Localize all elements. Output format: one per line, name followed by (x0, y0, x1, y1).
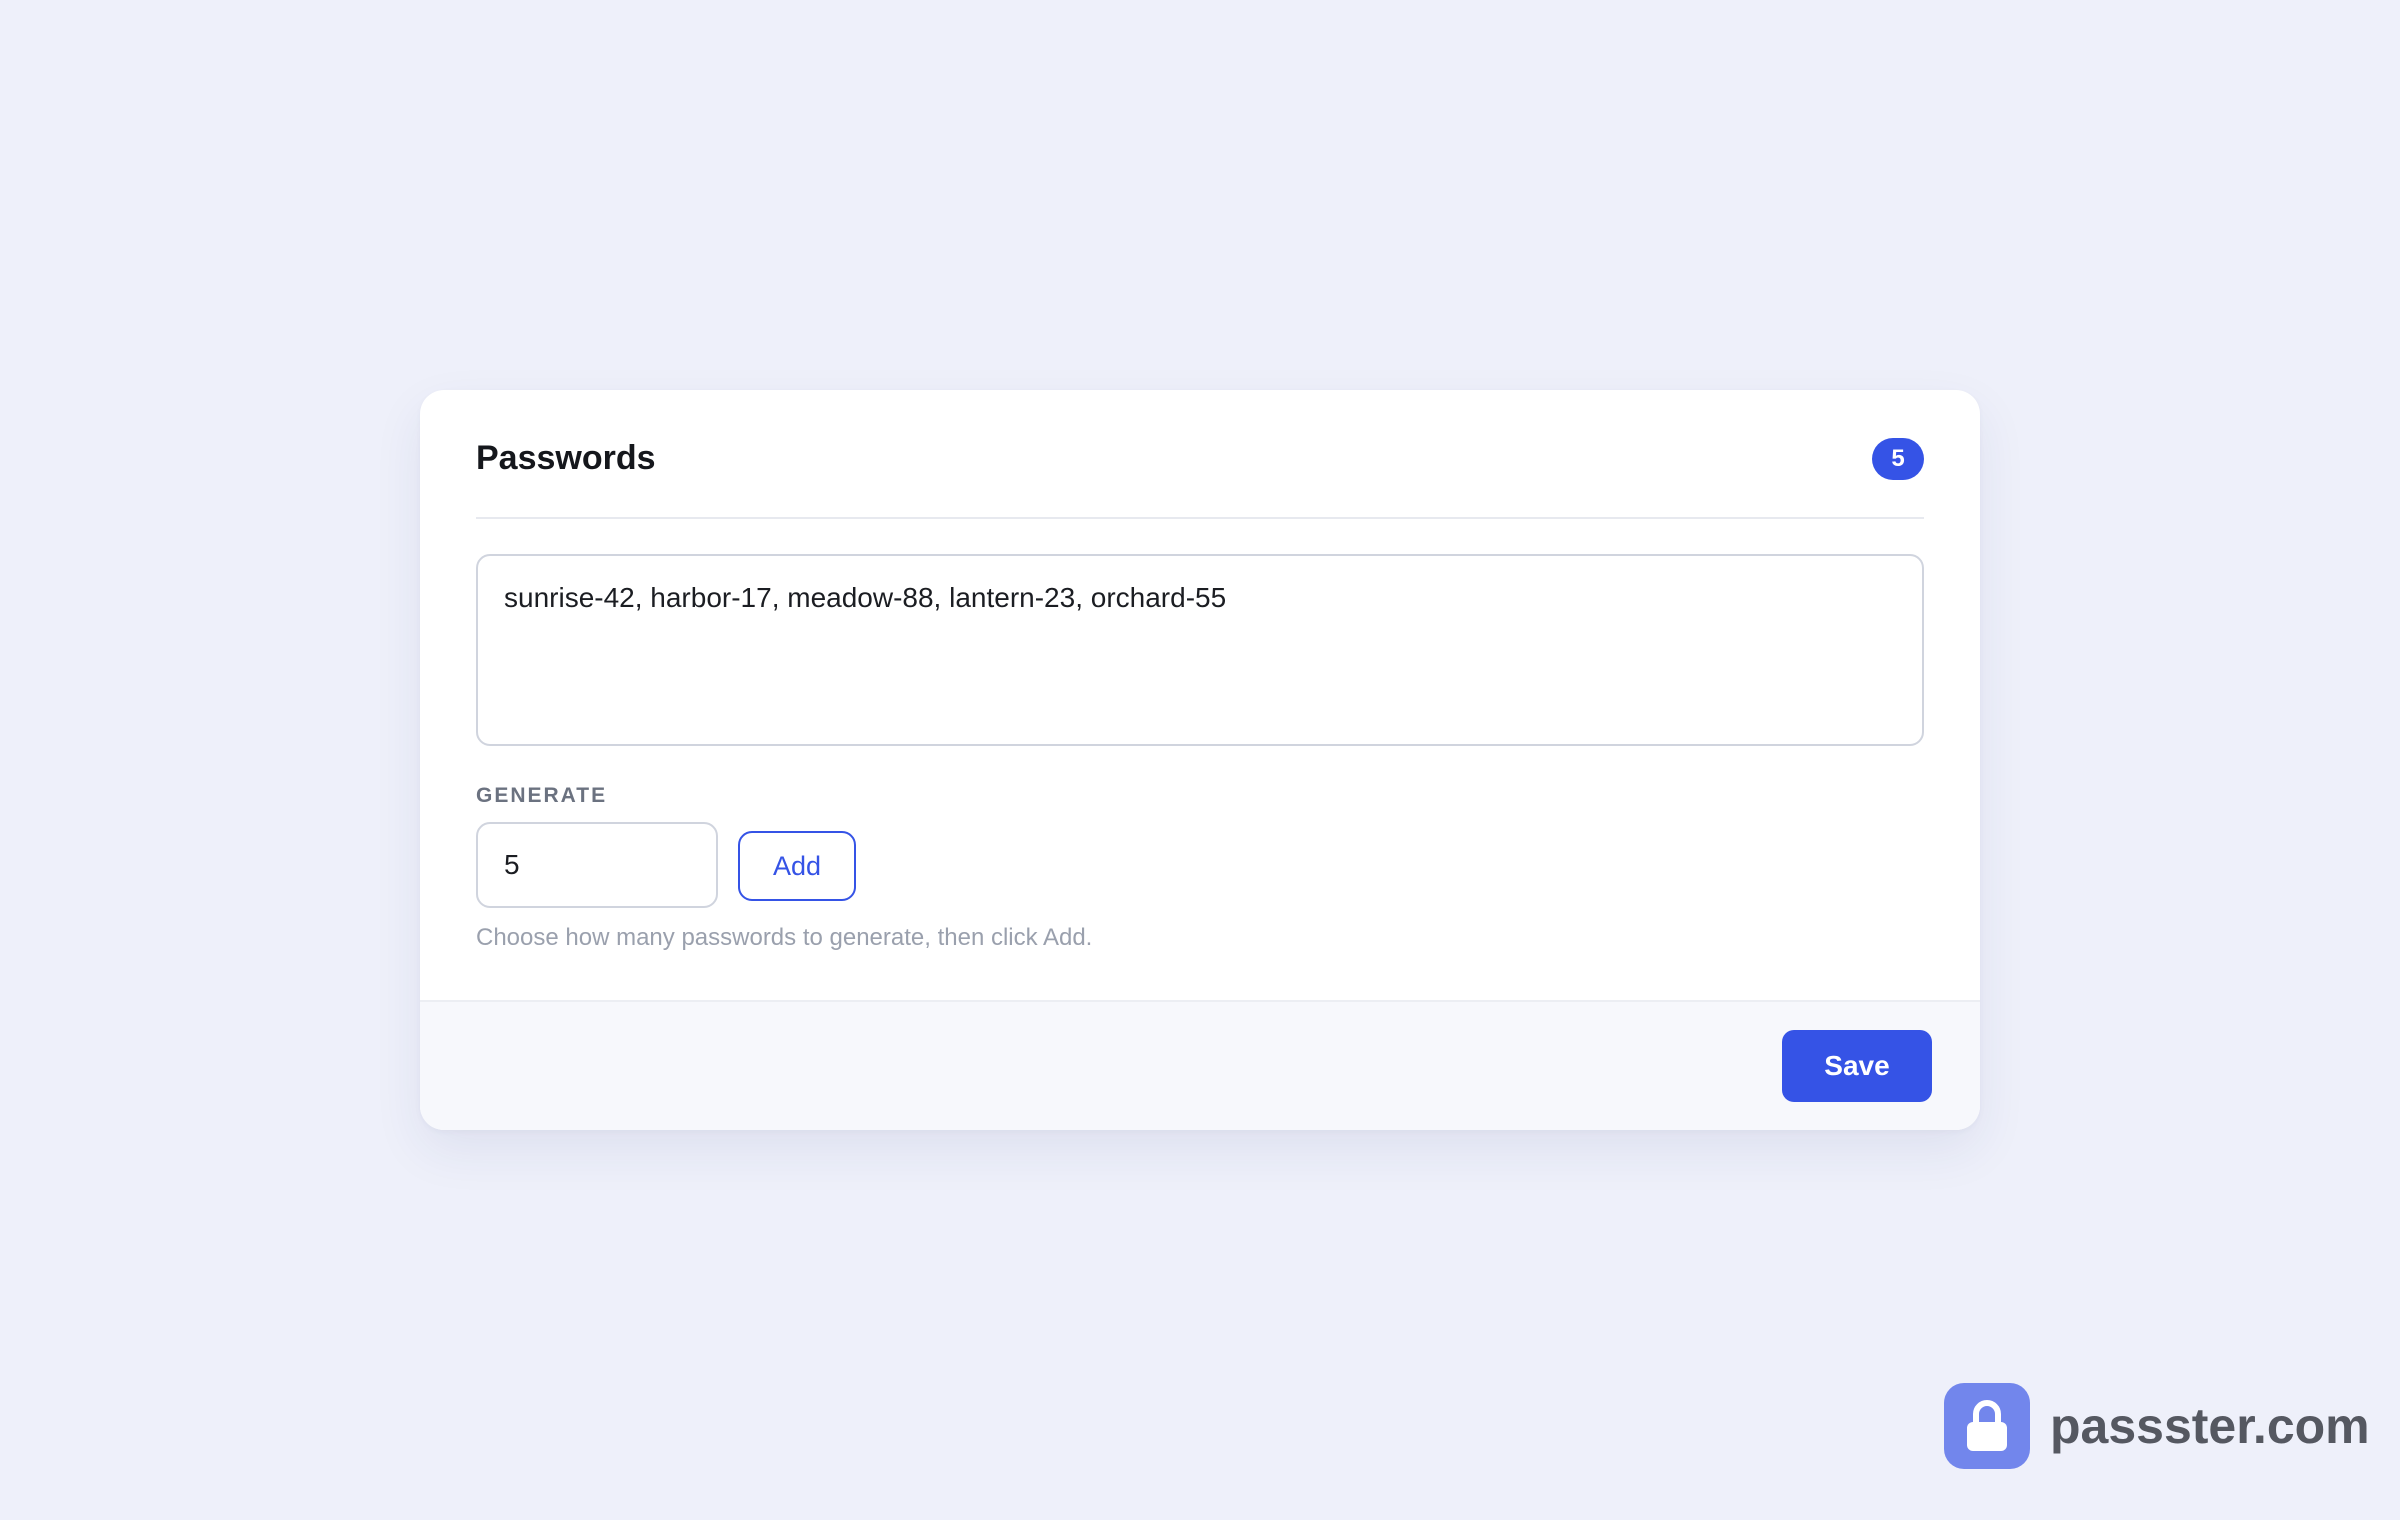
card-title: Passwords (476, 439, 656, 477)
brand-logo: passster.com (1944, 1383, 2370, 1469)
generate-count-input[interactable]: 5 (476, 822, 718, 908)
card-footer: Save (420, 1000, 1980, 1130)
generate-label: GENERATE (476, 784, 608, 807)
brand-name: passster.com (2050, 1398, 2370, 1454)
add-button[interactable]: Add (738, 831, 856, 901)
save-button[interactable]: Save (1782, 1030, 1932, 1102)
generate-hint: Choose how many passwords to generate, t… (476, 924, 1093, 951)
count-badge: 5 (1872, 438, 1924, 480)
lock-icon (1944, 1383, 2030, 1469)
card-header: Passwords 5 (476, 390, 1924, 519)
passwords-textarea[interactable]: sunrise-42, harbor-17, meadow-88, lanter… (476, 554, 1924, 746)
passwords-card: Passwords 5 sunrise-42, harbor-17, meado… (420, 390, 1980, 1130)
